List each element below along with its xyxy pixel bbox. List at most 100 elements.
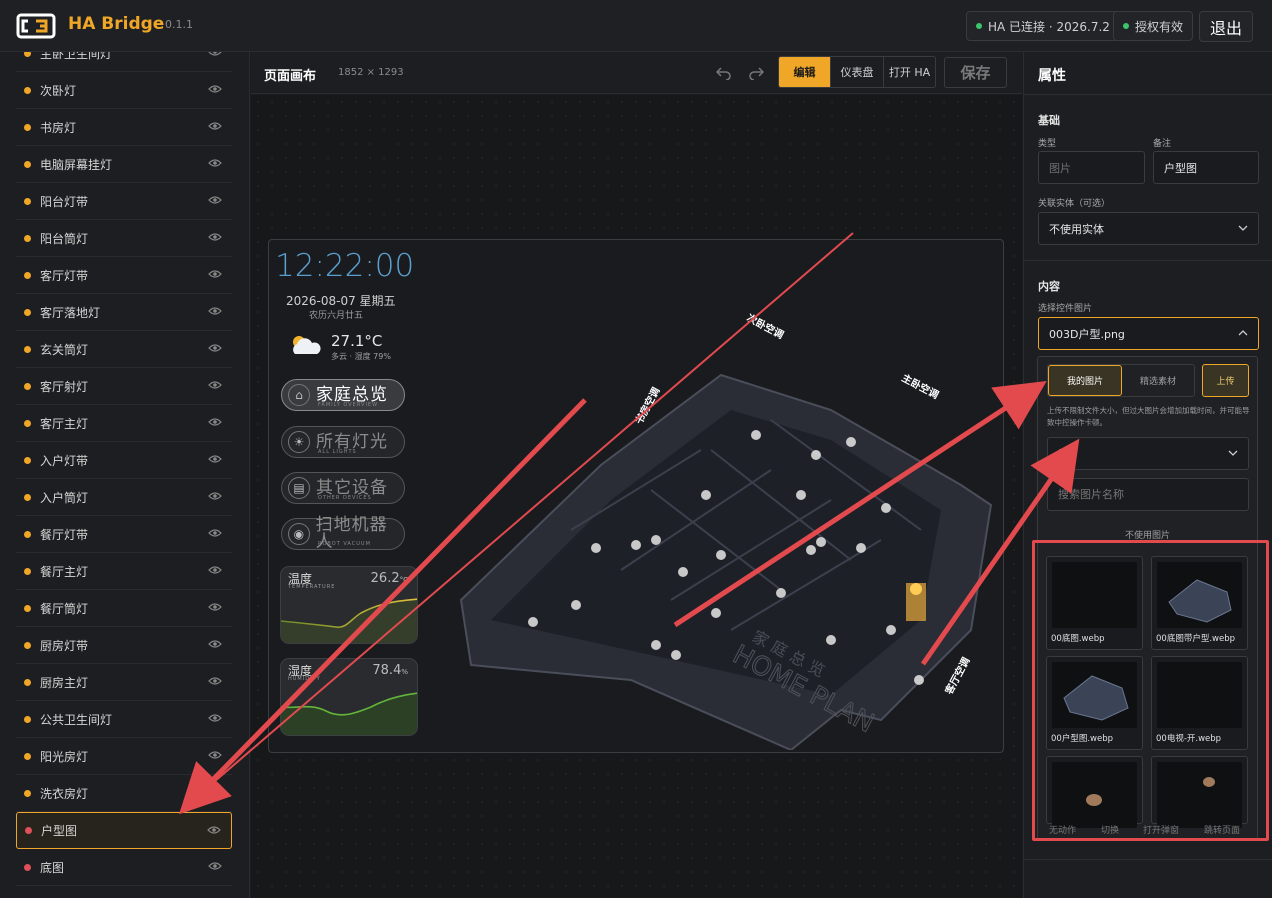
nav-family-overview[interactable]: ⌂ 家庭总览 FAMILY OVERVIEW — [281, 379, 405, 411]
status-dot-icon — [24, 308, 31, 316]
nav-other-devices[interactable]: ▤ 其它设备 OTHER DEVICES — [281, 472, 405, 504]
redo-icon[interactable] — [748, 66, 764, 80]
eye-icon[interactable] — [208, 787, 222, 797]
eye-icon[interactable] — [208, 454, 222, 464]
license-chip[interactable]: 授权有效 — [1113, 11, 1194, 41]
eye-icon[interactable] — [208, 565, 222, 575]
layer-item[interactable]: 书房灯 — [16, 109, 232, 146]
folder-select[interactable]: 1 — [1047, 437, 1249, 470]
eye-icon[interactable] — [208, 713, 222, 723]
layer-item[interactable]: 底图 — [16, 849, 232, 886]
sensor-value: 26.2°C — [370, 571, 408, 586]
layer-item[interactable]: 阳台灯带 — [16, 183, 232, 220]
layer-item[interactable]: 玄关筒灯 — [16, 331, 232, 368]
eye-icon[interactable] — [208, 343, 222, 353]
eye-icon[interactable] — [207, 825, 221, 835]
nav-robot-vacuum[interactable]: ◉ 扫地机器人 ROBOT VACUUM — [281, 517, 405, 551]
eye-icon[interactable] — [208, 528, 222, 538]
layer-item[interactable]: 餐厅灯带 — [16, 516, 232, 553]
date: 2026-08-07 星期五 — [286, 294, 396, 308]
status-dot-icon — [24, 715, 31, 723]
entity-select[interactable]: 不使用实体 — [1038, 212, 1259, 245]
layer-label: 公共卫生间灯 — [40, 712, 113, 727]
layer-item[interactable]: 客厅主灯 — [16, 405, 232, 442]
status-dot-icon — [25, 827, 32, 834]
layer-item[interactable]: 客厅落地灯 — [16, 294, 232, 331]
status-dot-icon — [1123, 23, 1129, 29]
tab-featured[interactable]: 精选素材 — [1122, 365, 1194, 396]
sensor-sublabel: HUMIDITY — [288, 676, 321, 682]
status-dot-icon — [24, 123, 31, 131]
plan-label: 主卧空调 — [900, 371, 941, 401]
ha-status-text: HA 已连接 · 2026.7.2 — [988, 19, 1110, 34]
layer-item[interactable]: 客厅射灯 — [16, 368, 232, 405]
logout-button[interactable]: 退出 — [1199, 11, 1253, 42]
status-dot-icon — [24, 641, 31, 649]
status-dot-icon — [24, 678, 31, 686]
eye-icon[interactable] — [208, 52, 222, 57]
image-select[interactable]: 003D户型.png — [1038, 317, 1259, 350]
eye-icon[interactable] — [208, 121, 222, 131]
layer-item[interactable]: 公共卫生间灯 — [16, 701, 232, 738]
version: 0.1.1 — [165, 18, 193, 31]
temperature-card[interactable]: 温度 TEMPERATURE 26.2°C — [280, 566, 418, 644]
image-source-tabs: 我的图片 精选素材 — [1047, 364, 1195, 397]
open-ha-button[interactable]: 打开 HA — [883, 57, 935, 87]
layer-item[interactable]: 阳台筒灯 — [16, 220, 232, 257]
eye-icon[interactable] — [208, 84, 222, 94]
layer-item[interactable]: 户型图 — [16, 812, 232, 849]
layer-item[interactable]: 客厅灯带 — [16, 257, 232, 294]
humidity-sparkline — [281, 692, 417, 735]
eye-icon[interactable] — [208, 158, 222, 168]
logo-icon — [16, 13, 56, 39]
brand-name: HA Bridge — [68, 14, 165, 34]
floor-plan-image[interactable]: 次卧空调 主卧空调 书房空调 客厅空调 家 庭 总 览 HOME PLAN — [451, 300, 1001, 750]
layer-item[interactable]: 次卧灯 — [16, 72, 232, 109]
dashboard-preview[interactable]: 12:22:00 2026-08-07 星期五 农历六月廿五 27.1°C 多云… — [268, 239, 1004, 753]
upload-button[interactable]: 上传 — [1202, 364, 1249, 397]
nav-all-lights[interactable]: ☀ 所有灯光 ALL LIGHTS — [281, 426, 405, 458]
layer-item[interactable]: 洗衣房灯 — [16, 775, 232, 812]
dashboard-mode-button[interactable]: 仪表盘 — [830, 57, 883, 87]
layer-label: 餐厅主灯 — [40, 564, 89, 579]
save-button[interactable]: 保存 — [944, 57, 1007, 88]
eye-icon[interactable] — [208, 417, 222, 427]
layer-item[interactable]: 餐厅筒灯 — [16, 590, 232, 627]
eye-icon[interactable] — [208, 639, 222, 649]
layer-item[interactable]: 厨房灯带 — [16, 627, 232, 664]
nav-sublabel: ALL LIGHTS — [318, 449, 357, 455]
eye-icon[interactable] — [208, 491, 222, 501]
eye-icon[interactable] — [208, 380, 222, 390]
layer-item[interactable]: 入户筒灯 — [16, 479, 232, 516]
layer-label: 客厅主灯 — [40, 416, 89, 431]
type-field[interactable]: 图片 — [1038, 151, 1145, 184]
eye-icon[interactable] — [208, 306, 222, 316]
layer-item[interactable]: 电脑屏幕挂灯 — [16, 146, 232, 183]
layer-label: 玄关筒灯 — [40, 342, 89, 357]
layer-label: 入户灯带 — [40, 453, 89, 468]
layer-item[interactable]: 餐厅主灯 — [16, 553, 232, 590]
eye-icon[interactable] — [208, 602, 222, 612]
remark-field[interactable]: 户型图 — [1153, 151, 1259, 184]
layer-item[interactable]: 入户灯带 — [16, 442, 232, 479]
eye-icon[interactable] — [208, 676, 222, 686]
nav-sublabel: FAMILY OVERVIEW — [318, 402, 379, 408]
ha-status-chip[interactable]: HA 已连接 · 2026.7.2 — [966, 11, 1120, 41]
layer-item[interactable]: 厨房主灯 — [16, 664, 232, 701]
edit-mode-button[interactable]: 编辑 — [779, 57, 830, 87]
layer-label: 次卧灯 — [40, 83, 77, 98]
image-search-input[interactable] — [1047, 478, 1249, 511]
status-dot-icon — [24, 604, 31, 612]
undo-icon[interactable] — [716, 66, 732, 80]
layer-item[interactable]: 主卧卫生间灯 — [16, 52, 232, 72]
panel-title: 属性 — [1038, 68, 1066, 84]
eye-icon[interactable] — [208, 750, 222, 760]
humidity-card[interactable]: 湿度 HUMIDITY 78.4% — [280, 658, 418, 736]
eye-icon[interactable] — [208, 269, 222, 279]
tab-my-images[interactable]: 我的图片 — [1048, 365, 1122, 396]
eye-icon[interactable] — [208, 861, 222, 871]
status-dot-icon — [24, 419, 31, 427]
eye-icon[interactable] — [208, 232, 222, 242]
layer-item[interactable]: 阳光房灯 — [16, 738, 232, 775]
eye-icon[interactable] — [208, 195, 222, 205]
